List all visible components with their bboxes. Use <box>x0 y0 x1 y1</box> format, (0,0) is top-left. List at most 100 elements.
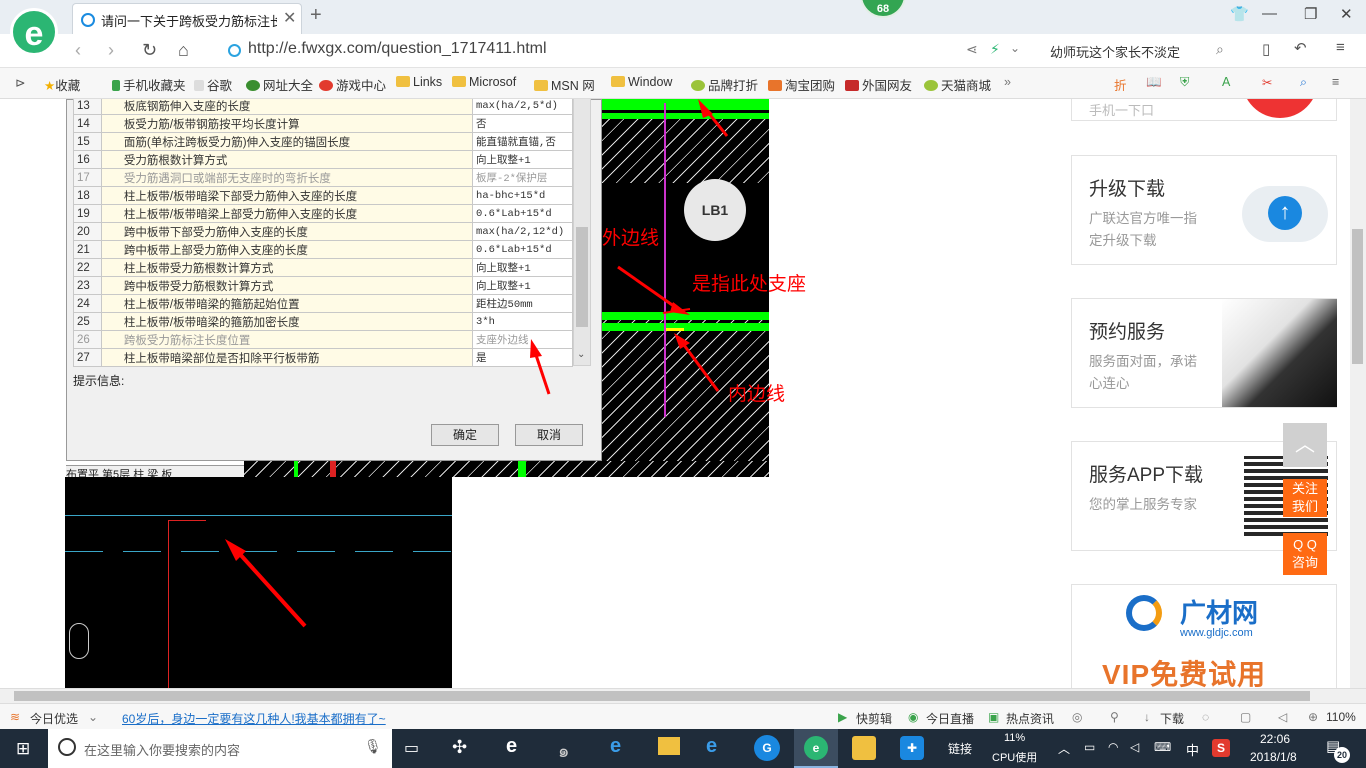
news-headline-link[interactable]: 60岁后，身边一定要有这几种人!我基本都拥有了~ <box>122 710 386 727</box>
edge-icon[interactable]: e <box>610 735 621 758</box>
tab-close-icon[interactable]: ✕ <box>283 8 296 28</box>
links-toolbar[interactable]: 链接 <box>948 740 972 757</box>
notepad-app-icon[interactable] <box>852 736 876 760</box>
chevron-down-icon[interactable]: ⌄ <box>1010 41 1020 55</box>
refresh-icon[interactable]: ↻ <box>142 40 157 61</box>
ie-icon[interactable]: e <box>706 735 717 758</box>
toolbar-menu-icon[interactable]: ≡ <box>1332 75 1339 89</box>
browser-e-icon[interactable]: e <box>506 735 517 758</box>
undo-icon[interactable]: ↶ <box>1294 39 1307 57</box>
bookmark-item[interactable]: 谷歌 <box>194 75 232 94</box>
fan-app-icon[interactable]: ✣ <box>452 737 467 758</box>
bookmark-item[interactable]: 品牌打折 <box>691 75 758 94</box>
today-picks[interactable]: 今日优选 <box>30 710 78 727</box>
bookmark-item[interactable]: 淘宝团购 <box>768 75 835 94</box>
scissors-icon[interactable]: ✂ <box>1262 75 1272 90</box>
lightning-icon[interactable]: ⚡ <box>990 41 1000 58</box>
bookmark-item[interactable]: 网址大全 <box>246 75 313 94</box>
spiral-app-icon[interactable]: ๑ <box>558 736 569 765</box>
address-bar[interactable]: http://e.fwxgx.com/question_1717411.html… <box>228 39 1034 63</box>
card-title: 服务APP下载 <box>1089 465 1204 486</box>
glodon-icon[interactable]: G <box>754 735 780 761</box>
download-icon[interactable]: ↓ <box>1144 710 1150 724</box>
notification-count[interactable]: 20 <box>1334 747 1350 763</box>
close-window-icon[interactable]: ✕ <box>1340 5 1353 23</box>
speed-icon[interactable]: ◎ <box>1072 710 1082 724</box>
search-tool-icon[interactable]: ⌕ <box>1300 75 1307 90</box>
battery-icon[interactable]: ▭ <box>1084 740 1095 754</box>
search-input[interactable]: 幼师玩这个家长不淡定 <box>1050 42 1180 61</box>
ime-indicator[interactable]: 中 <box>1186 740 1199 759</box>
zoom-icon[interactable]: ⊕ <box>1308 710 1318 724</box>
handshake-image <box>1222 299 1337 407</box>
bookmark-item[interactable]: Links <box>396 75 442 89</box>
chevron-down-icon[interactable]: ⌄ <box>88 710 98 724</box>
page-content: 13 板底钢筋伸入支座的长度 max(ha/2,5*d) 14 板受力筋/板带钢筋按平均… <box>0 99 1350 688</box>
clock-time[interactable]: 22:06 <box>1260 732 1290 746</box>
tshirt-icon[interactable]: 👕 <box>1230 5 1249 23</box>
pin-icon[interactable]: ⚲ <box>1110 710 1119 724</box>
appointment-card[interactable]: 预约服务 服务面对面，承诺心连心 <box>1071 298 1337 408</box>
keyboard-icon[interactable]: ⌨ <box>1154 740 1171 754</box>
page-scrollbar[interactable] <box>1350 99 1366 688</box>
audio-icon[interactable]: ◁ <box>1278 710 1287 724</box>
upgrade-download-card[interactable]: 升级下载 广联达官方唯一指定升级下载 ↑ <box>1071 155 1337 265</box>
back-icon[interactable]: ‹ <box>75 40 81 61</box>
bookmark-item[interactable]: 游戏中心 <box>319 75 386 94</box>
sidebar-toggle-icon[interactable]: ⊳ <box>15 75 25 90</box>
clock-date[interactable]: 2018/1/8 <box>1250 750 1297 764</box>
volume-icon[interactable]: ◁ <box>1130 740 1139 754</box>
follow-us-button[interactable]: 关注 我们 <box>1283 479 1327 517</box>
microphone-icon[interactable]: 🎙 <box>364 738 382 755</box>
translate-icon[interactable]: A <box>1222 75 1230 89</box>
windows-start-icon[interactable]: ⊞ <box>16 739 30 759</box>
horizontal-scrollbar[interactable] <box>0 688 1366 703</box>
window-icon[interactable]: ▢ <box>1240 710 1251 724</box>
quick-edit-item[interactable]: 快剪辑 <box>856 710 892 727</box>
task-view-icon[interactable]: ▭ <box>404 738 419 758</box>
browser-logo-icon: e <box>10 8 58 56</box>
search-icon[interactable]: ⌕ <box>1216 41 1224 58</box>
share-icon[interactable]: ⋖ <box>966 41 978 58</box>
tray-expand-icon[interactable]: ︿ <box>1058 740 1070 757</box>
qq-consult-button[interactable]: Q Q 咨询 <box>1283 533 1327 575</box>
bookmark-item[interactable]: Microsof <box>452 75 516 89</box>
bookmark-item[interactable]: 天猫商城 <box>924 75 991 94</box>
active-browser-task[interactable]: e <box>794 729 838 768</box>
gldjc-ad-card[interactable]: 广材网 www.gldjc.com VIP免费试用 <box>1071 584 1337 688</box>
bookmark-item[interactable]: ★收藏 <box>44 75 80 94</box>
app-plus-icon[interactable]: ✚ <box>900 736 924 760</box>
zoom-level[interactable]: 110% <box>1326 710 1356 724</box>
forward-icon[interactable]: › <box>108 40 114 61</box>
notification-badge[interactable]: 68 <box>860 0 906 18</box>
new-tab-icon[interactable]: + <box>310 4 322 27</box>
right-sidebar: 手机一下口 升级下载 广联达官方唯一指定升级下载 ↑ 预约服务 服务面对面，承诺… <box>1071 99 1337 688</box>
more-bookmarks-icon[interactable]: » <box>1004 75 1011 89</box>
minimize-icon[interactable]: — <box>1262 5 1277 22</box>
sogou-ime-icon[interactable]: S <box>1212 739 1230 757</box>
hot-news-item[interactable]: 热点资讯 <box>1006 710 1054 727</box>
back-to-top-icon[interactable]: ︿ <box>1283 423 1327 467</box>
bookmark-item[interactable]: 外国网友 <box>845 75 912 94</box>
partial-card[interactable]: 手机一下口 <box>1071 99 1337 121</box>
bookmark-item[interactable]: MSN 网 <box>534 75 595 94</box>
browser-tab[interactable]: 请问一下关于跨板受力筋标注长度 ✕ <box>72 3 302 34</box>
shield-icon[interactable]: ⛨ <box>1180 75 1189 90</box>
discount-icon[interactable]: 折 <box>1114 75 1127 94</box>
taskbar-search[interactable]: 在这里输入你要搜索的内容 🎙 <box>48 729 392 768</box>
page-scrollbar-thumb[interactable] <box>1352 229 1363 364</box>
phone-icon[interactable]: ▯ <box>1262 40 1270 58</box>
live-item[interactable]: 今日直播 <box>926 710 974 727</box>
wifi-icon[interactable]: ◠ <box>1108 740 1118 754</box>
home-icon[interactable]: ⌂ <box>178 40 189 61</box>
book-icon[interactable]: 📖 <box>1146 75 1162 90</box>
bookmark-item[interactable]: Window <box>611 75 672 89</box>
horizontal-scrollbar-thumb[interactable] <box>14 691 1310 701</box>
file-explorer-icon[interactable] <box>658 737 680 755</box>
restore-icon[interactable]: ❐ <box>1304 5 1317 23</box>
clean-icon[interactable]: ◌ <box>1202 710 1209 724</box>
download-item[interactable]: 下载 <box>1160 710 1184 727</box>
bookmark-item[interactable]: 手机收藏夹 <box>112 75 186 94</box>
menu-icon[interactable]: ≡ <box>1336 39 1345 56</box>
hot-news-icon: ▣ <box>988 710 1000 724</box>
